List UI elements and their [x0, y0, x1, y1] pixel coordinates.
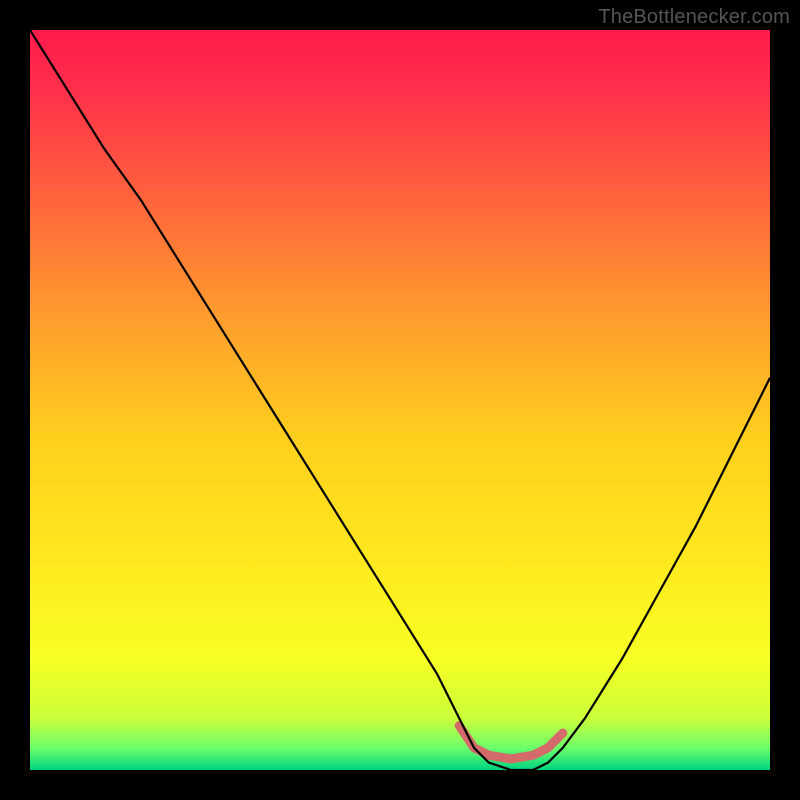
plot-area [30, 30, 770, 770]
attribution-label: TheBottlenecker.com [598, 6, 790, 29]
gradient-background [30, 30, 770, 770]
chart-svg [30, 30, 770, 770]
chart-container: TheBottlenecker.com [0, 0, 800, 800]
